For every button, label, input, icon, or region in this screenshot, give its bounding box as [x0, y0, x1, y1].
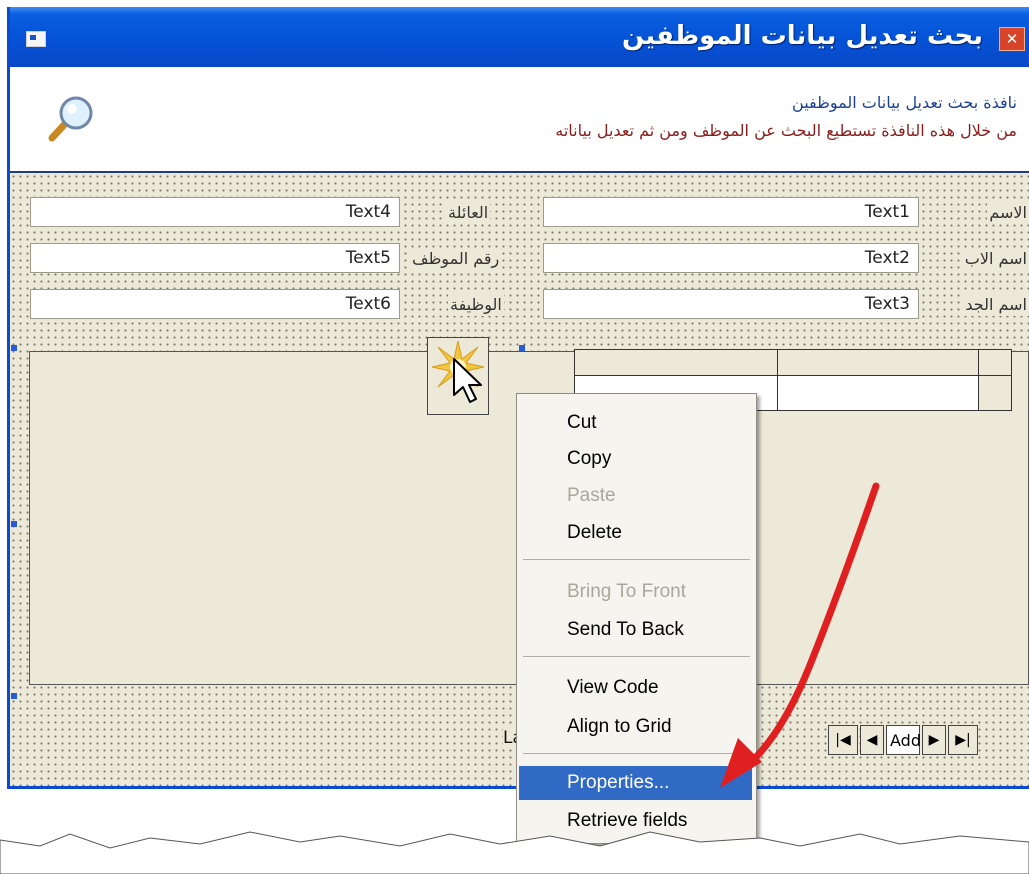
title-bar[interactable]: بحث تعديل بيانات الموظفين ✕	[10, 7, 1029, 67]
text1-field[interactable]: Text1	[543, 197, 919, 227]
window-title: بحث تعديل بيانات الموظفين	[621, 21, 983, 51]
resize-handle[interactable]	[11, 345, 17, 351]
label-family[interactable]: العائلة	[446, 202, 491, 224]
resize-handle[interactable]	[11, 693, 17, 699]
grid-cell	[574, 349, 778, 376]
info-title: نافذة بحث تعديل بيانات الموظفين	[792, 93, 1017, 112]
label-employee-no[interactable]: رقم الموظف	[410, 248, 502, 270]
resize-handle[interactable]	[519, 345, 525, 351]
grid-cell[interactable]	[777, 375, 979, 411]
label-name[interactable]: الاسم	[987, 202, 1029, 224]
mouse-pointer-icon	[453, 358, 482, 403]
text2-field[interactable]: Text2	[543, 243, 919, 273]
text5-field[interactable]: Text5	[30, 243, 400, 273]
label-grandfather[interactable]: اسم الجد	[963, 294, 1029, 316]
app-icon[interactable]: ✕	[999, 27, 1025, 51]
last-record-button[interactable]: ▶|	[948, 725, 978, 755]
text3-field[interactable]: Text3	[543, 289, 919, 319]
next-record-button[interactable]: ▶	[922, 725, 946, 755]
grid-cell	[978, 349, 1012, 376]
resize-handle[interactable]	[11, 521, 17, 527]
info-description: من خلال هذه النافذة تستطيع البحث عن المو…	[555, 121, 1017, 140]
grid-cell	[777, 349, 979, 376]
label-job[interactable]: الوظيفة	[448, 294, 504, 316]
menu-item-cut[interactable]: Cut	[519, 406, 752, 440]
text4-field[interactable]: Text4	[30, 197, 400, 227]
label-father[interactable]: اسم الاب	[962, 248, 1029, 270]
window-icon[interactable]	[26, 31, 46, 47]
magnifier-icon	[48, 96, 93, 142]
torn-edge	[0, 831, 1029, 874]
text6-field[interactable]: Text6	[30, 289, 400, 319]
grid-cell	[978, 375, 1012, 411]
annotation-arrow	[720, 482, 880, 788]
info-header: نافذة بحث تعديل بيانات الموظفين من خلال …	[10, 67, 1029, 173]
